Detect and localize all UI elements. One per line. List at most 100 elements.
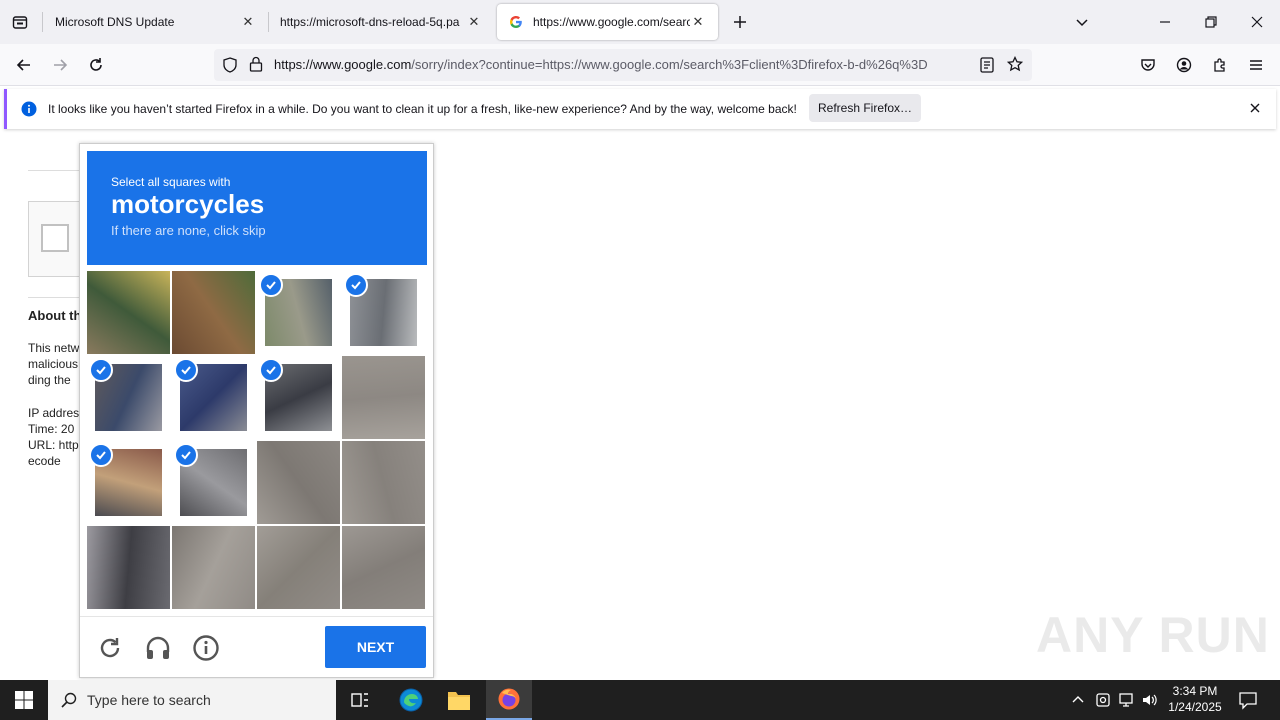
checkmark-icon [259,358,283,382]
tile-image [172,526,255,609]
info-icon [21,101,37,120]
minimize-icon[interactable] [1150,7,1180,37]
captcha-tile[interactable] [172,271,255,354]
edge-icon[interactable] [398,687,424,716]
tile-image [172,271,255,354]
captcha-tile[interactable] [257,526,340,609]
reload-icon[interactable] [81,50,111,80]
menu-icon[interactable] [1241,50,1271,80]
tab-title: https://microsoft-dns-reload-5q.pa [280,15,460,29]
tile-image [257,526,340,609]
close-icon[interactable]: ✕ [240,14,256,30]
restore-icon[interactable] [1196,7,1226,37]
notification-message: It looks like you haven’t started Firefo… [48,102,797,116]
account-icon[interactable] [1169,50,1199,80]
captcha-tile[interactable] [87,441,170,524]
captcha-hint: If there are none, click skip [111,223,266,238]
chevron-up-icon[interactable] [1071,692,1085,709]
checkmark-icon [344,273,368,297]
page-line: URL: http [28,438,79,452]
captcha-tile[interactable] [342,271,425,354]
recaptcha-checkbox[interactable] [41,224,69,252]
captcha-header: Select all squares with motorcycles If t… [87,151,427,265]
captcha-tile[interactable] [87,271,170,354]
clock-time: 3:34 PM [1172,684,1218,698]
tab-strip: Microsoft DNS Update ✕ https://microsoft… [0,0,1280,44]
notifications-icon[interactable] [1238,690,1258,713]
forward-icon[interactable] [45,50,75,80]
taskbar-search-box[interactable]: Type here to search [48,680,336,720]
tab-google-search[interactable]: https://www.google.com/search ✕ [497,4,718,40]
checkmark-icon [259,273,283,297]
anyrun-watermark: ANY RUN [1036,607,1270,663]
file-explorer-icon[interactable] [447,689,471,714]
captcha-tile[interactable] [87,356,170,439]
captcha-target: motorcycles [111,189,265,219]
captcha-tile[interactable] [342,526,425,609]
reload-challenge-icon[interactable] [96,634,124,665]
windows-start-icon[interactable] [14,690,34,713]
back-icon[interactable] [9,50,39,80]
new-tab-icon[interactable] [725,7,755,37]
checkmark-icon [89,358,113,382]
lock-icon[interactable] [249,56,263,75]
extensions-icon[interactable] [1205,50,1235,80]
clock-date: 1/24/2025 [1168,700,1222,714]
tile-image [342,526,425,609]
close-icon[interactable] [1248,101,1262,118]
search-icon [61,692,77,708]
taskbar: Type here to search 3:34 PM 1/24/2025 [0,680,1280,720]
captcha-challenge: Select all squares with motorcycles If t… [79,143,434,678]
taskbar-firefox-button[interactable] [486,680,532,720]
list-all-tabs-icon[interactable] [1067,7,1097,37]
reader-view-icon[interactable] [980,57,994,76]
captcha-tile[interactable] [172,356,255,439]
page-line: ecode [28,454,61,468]
info-icon[interactable] [192,634,220,665]
refresh-firefox-button[interactable]: Refresh Firefox… [809,94,921,122]
captcha-instruction: Select all squares with [111,175,231,189]
close-window-icon[interactable] [1242,7,1272,37]
next-button[interactable]: NEXT [325,626,426,668]
about-heading: About th [28,308,82,323]
network-icon[interactable] [1118,692,1136,711]
tab-title: Microsoft DNS Update [55,15,175,29]
notification-bar: It looks like you haven’t started Firefo… [4,89,1276,129]
checkmark-icon [174,443,198,467]
captcha-tile[interactable] [172,526,255,609]
captcha-tile[interactable] [257,356,340,439]
url-text[interactable]: https://www.google.com/sorry/index?conti… [274,57,974,72]
page-line: Time: 20 [28,422,75,436]
checkmark-icon [174,358,198,382]
captcha-tile[interactable] [342,356,425,439]
close-icon[interactable]: ✕ [690,14,706,30]
meet-now-icon[interactable] [1095,692,1111,711]
captcha-tile[interactable] [257,441,340,524]
tab-microsoft-dns-update[interactable]: Microsoft DNS Update ✕ [43,0,268,44]
bookmark-star-icon[interactable] [1006,55,1024,75]
page-line: IP addres [28,406,80,420]
tile-image [342,441,425,524]
pocket-icon[interactable] [1133,50,1163,80]
shield-icon[interactable] [222,57,238,76]
tile-image [87,526,170,609]
volume-icon[interactable] [1141,692,1159,711]
captcha-tile[interactable] [87,526,170,609]
captcha-tile[interactable] [172,441,255,524]
search-placeholder: Type here to search [87,692,211,708]
captcha-tile[interactable] [342,441,425,524]
url-bar[interactable]: https://www.google.com/sorry/index?conti… [214,49,1032,81]
audio-challenge-icon[interactable] [144,634,172,665]
captcha-tile[interactable] [257,271,340,354]
task-view-icon[interactable] [350,690,370,713]
page-line: malicious [28,357,79,371]
firefox-view-icon[interactable] [5,7,35,37]
tile-image [87,271,170,354]
firefox-icon [497,687,521,714]
system-clock[interactable]: 3:34 PM 1/24/2025 [1164,683,1226,715]
tab-microsoft-dns-reload[interactable]: https://microsoft-dns-reload-5q.pa ✕ [268,0,494,44]
tile-image [257,441,340,524]
close-icon[interactable]: ✕ [466,14,482,30]
page-line: This netw [28,341,80,355]
checkmark-icon [89,443,113,467]
